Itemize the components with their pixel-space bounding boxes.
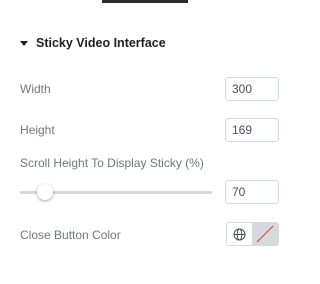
globe-icon <box>233 228 246 240</box>
section-title: Sticky Video Interface <box>36 36 166 50</box>
no-color-slash-icon <box>256 225 274 243</box>
caret-down-icon <box>20 40 28 46</box>
active-tab-indicator <box>102 0 188 3</box>
width-label: Width <box>20 82 51 96</box>
color-picker-swatch[interactable] <box>252 223 278 245</box>
global-colors-button[interactable] <box>227 223 252 245</box>
width-input[interactable] <box>225 77 279 101</box>
scroll-height-label: Scroll Height To Display Sticky (%) <box>20 156 204 170</box>
section-header-sticky-video[interactable]: Sticky Video Interface <box>20 34 166 52</box>
scroll-height-slider[interactable] <box>20 184 212 200</box>
height-label: Height <box>20 123 55 137</box>
close-button-color-control <box>226 222 279 246</box>
slider-thumb[interactable] <box>37 184 53 200</box>
close-button-color-label: Close Button Color <box>20 228 121 242</box>
height-input[interactable] <box>225 118 279 142</box>
scroll-height-input[interactable] <box>225 180 279 204</box>
settings-panel: Sticky Video Interface Width Height Scro… <box>0 0 299 284</box>
